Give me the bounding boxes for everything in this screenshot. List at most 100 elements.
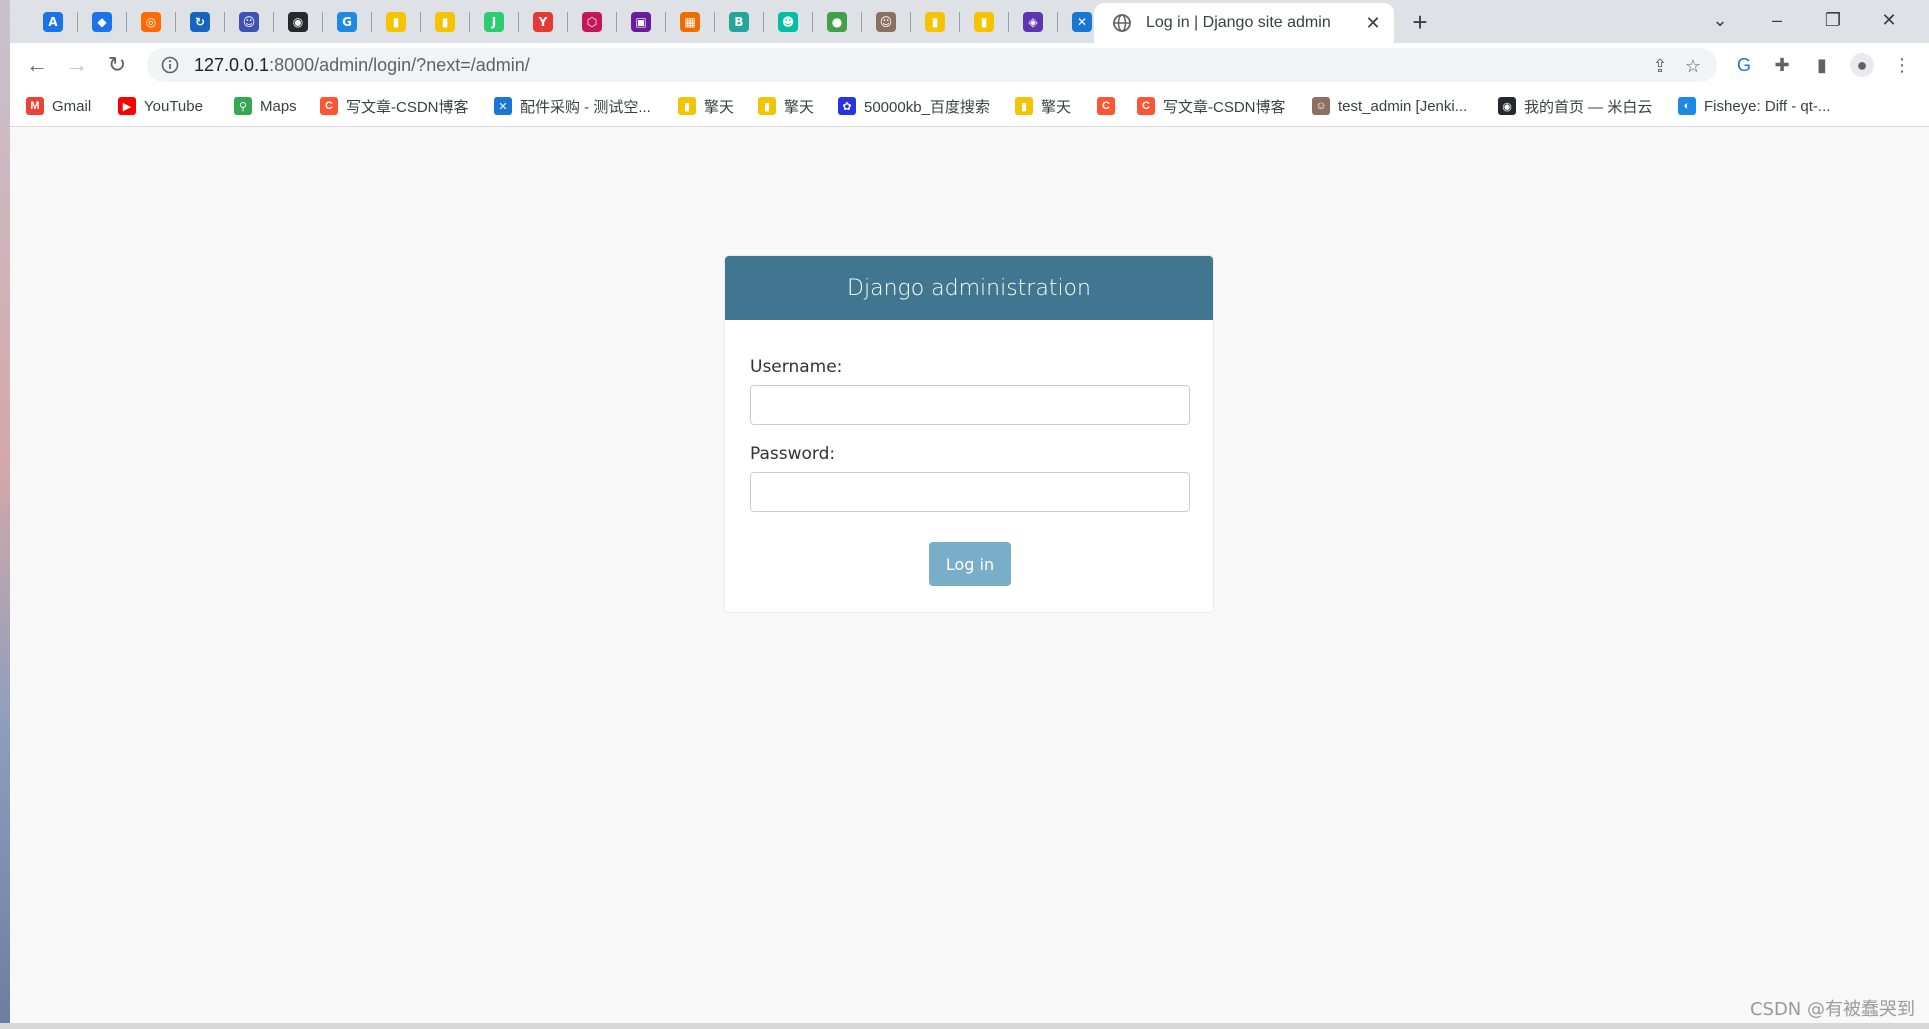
pinned-tab[interactable]: ▣: [617, 4, 665, 40]
stripe-logo-icon: ▮: [1015, 97, 1033, 115]
bookmark-item[interactable]: C 写文章-CSDN博客: [320, 86, 469, 126]
taskbar-edge: [0, 1023, 1929, 1029]
password-input[interactable]: [750, 472, 1190, 512]
username-input[interactable]: [750, 385, 1190, 425]
bookmark-label: 擎天: [704, 98, 735, 116]
bookmark-item[interactable]: ▮ 擎天: [1015, 86, 1071, 126]
bookmark-item[interactable]: ▮ 擎天: [758, 86, 814, 126]
stripe-logo-icon: ▮: [758, 97, 776, 115]
jenkins-icon: ☺: [1312, 97, 1330, 115]
grid-app-icon: ▦: [680, 12, 700, 32]
new-tab-icon[interactable]: +: [1406, 8, 1434, 36]
bookmark-label: 配件采购 - 测试空...: [520, 98, 651, 116]
robot-icon: ☺: [239, 12, 259, 32]
close-window-icon[interactable]: ✕: [1869, 6, 1909, 34]
minimize-icon[interactable]: –: [1757, 6, 1797, 34]
bookmark-item[interactable]: M Gmail: [26, 86, 91, 126]
pinned-tab[interactable]: ☺: [225, 4, 273, 40]
back-arrow-icon[interactable]: ←: [22, 50, 52, 80]
stripe-logo-icon: ▮: [386, 12, 406, 32]
restore-icon[interactable]: ❐: [1813, 6, 1853, 34]
stripe-logo-icon: ▮: [678, 97, 696, 115]
pinned-tab[interactable]: Y: [519, 4, 567, 40]
pinned-tab[interactable]: ↻: [176, 4, 224, 40]
confluence-icon: ✕: [494, 97, 512, 115]
bookmark-item[interactable]: ▶ YouTube: [118, 86, 203, 126]
tab-strip: A ◆ ◎ ↻ ☺ ◉ G ▮ ▮ J Y ⬡ ▣ ▦ B ☻ ● ☺ ▮ ▮ ◈ ✕ Log in | Django s…: [10, 0, 1929, 43]
hexagon-icon: ⬡: [582, 12, 602, 32]
swirl-g-icon: G: [337, 12, 357, 32]
bookmark-label: 写文章-CSDN博客: [1163, 98, 1286, 116]
login-button[interactable]: Log in: [929, 542, 1011, 586]
browser-toolbar: ← → ↻ 127.0.0.1:8000/admin/login/?next=/…: [10, 43, 1929, 86]
tab-django-admin[interactable]: Log in | Django site admin ✕: [1094, 3, 1394, 43]
blue-swirl-icon: ↻: [190, 12, 210, 32]
bookmark-star-icon[interactable]: ☆: [1682, 55, 1704, 77]
pinned-tab[interactable]: ▮: [911, 4, 959, 40]
bookmark-label: 擎天: [784, 98, 815, 116]
pinned-tab[interactable]: ▮: [372, 4, 420, 40]
b-logo-icon: B: [729, 12, 749, 32]
bookmark-label: 写文章-CSDN博客: [346, 98, 469, 116]
share-icon[interactable]: ⇪: [1649, 55, 1671, 77]
tab-search-chevron-icon[interactable]: ⌄: [1700, 6, 1740, 34]
bookmark-label: 擎天: [1041, 98, 1072, 116]
confluence-icon: ✕: [1072, 12, 1092, 32]
desktop-background: [0, 0, 10, 1029]
youtube-icon: ▶: [118, 97, 136, 115]
ring-logo-icon: ◎: [141, 12, 161, 32]
pinned-tab[interactable]: ◆: [78, 4, 126, 40]
extensions-puzzle-icon[interactable]: ✚: [1770, 53, 1794, 77]
forward-arrow-icon[interactable]: →: [62, 50, 92, 80]
bookmark-item[interactable]: ✿ 50000kb_百度搜索: [838, 86, 990, 126]
pinned-tab[interactable]: ●: [813, 4, 861, 40]
csdn-icon: C: [320, 97, 338, 115]
bookmark-item[interactable]: ✕ 配件采购 - 测试空...: [494, 86, 651, 126]
menu-kebab-icon[interactable]: ⋮: [1890, 53, 1914, 77]
pinned-tab[interactable]: ◉: [274, 4, 322, 40]
bookmark-label: Maps: [260, 97, 297, 115]
google-translate-icon[interactable]: G: [1732, 53, 1756, 77]
csdn-watermark: CSDN @有被蠢哭到: [1749, 999, 1915, 1020]
pinned-tab[interactable]: ☺: [862, 4, 910, 40]
pinned-tab[interactable]: ☻: [764, 4, 812, 40]
login-card: Django administration Username: Password…: [724, 255, 1214, 613]
pinned-tab[interactable]: ▮: [960, 4, 1008, 40]
bookmark-item[interactable]: C 写文章-CSDN博客: [1137, 86, 1286, 126]
bookmark-item[interactable]: ☺ test_admin [Jenki...: [1312, 86, 1467, 126]
bookmark-item[interactable]: ◉ 我的首页 — 米白云: [1498, 86, 1652, 126]
bookmark-label: Gmail: [52, 97, 92, 115]
purple-app-icon: ▣: [631, 12, 651, 32]
url-text: 127.0.0.1:8000/admin/login/?next=/admin/: [194, 55, 530, 75]
pinned-tab[interactable]: B: [715, 4, 763, 40]
pinned-tab[interactable]: ▮: [421, 4, 469, 40]
bookmark-item[interactable]: ⚲ Maps: [234, 86, 297, 126]
pinned-tab[interactable]: ◈: [1009, 4, 1057, 40]
site-info-icon[interactable]: [161, 56, 179, 74]
site-header: Django administration: [725, 256, 1213, 320]
bookmark-item[interactable]: C: [1097, 86, 1123, 126]
bookmark-item[interactable]: ▮ 擎天: [678, 86, 734, 126]
csdn-icon: C: [1137, 97, 1155, 115]
tab-title: Log in | Django site admin: [1146, 14, 1331, 31]
pinned-tab[interactable]: G: [323, 4, 371, 40]
side-panel-icon[interactable]: ▮: [1810, 53, 1834, 77]
diamond-arrow-icon: ◆: [92, 12, 112, 32]
bookmarks-bar: M Gmail ▶ YouTube ⚲ Maps C 写文章-CSDN博客 ✕ 配件采购 - 测试…: [10, 86, 1929, 127]
profile-avatar-icon[interactable]: ●: [1850, 53, 1874, 77]
pinned-tab[interactable]: ⬡: [568, 4, 616, 40]
reload-icon[interactable]: ↻: [102, 50, 132, 80]
bookmark-item[interactable]: ◐ Fisheye: Diff - qt-...: [1678, 86, 1830, 126]
bookmark-label: 我的首页 — 米白云: [1524, 98, 1653, 116]
pinned-tab[interactable]: A: [29, 4, 77, 40]
pinned-tab[interactable]: ▦: [666, 4, 714, 40]
maps-pin-icon: ⚲: [234, 97, 252, 115]
password-label: Password:: [750, 444, 836, 464]
pinned-tab[interactable]: ◎: [127, 4, 175, 40]
address-bar[interactable]: 127.0.0.1:8000/admin/login/?next=/admin/…: [147, 48, 1717, 82]
globe-icon: [1113, 14, 1131, 32]
pinned-tab[interactable]: J: [470, 4, 518, 40]
close-tab-icon[interactable]: ✕: [1362, 12, 1384, 34]
username-label: Username:: [750, 357, 843, 377]
bookmark-label: YouTube: [144, 97, 203, 115]
